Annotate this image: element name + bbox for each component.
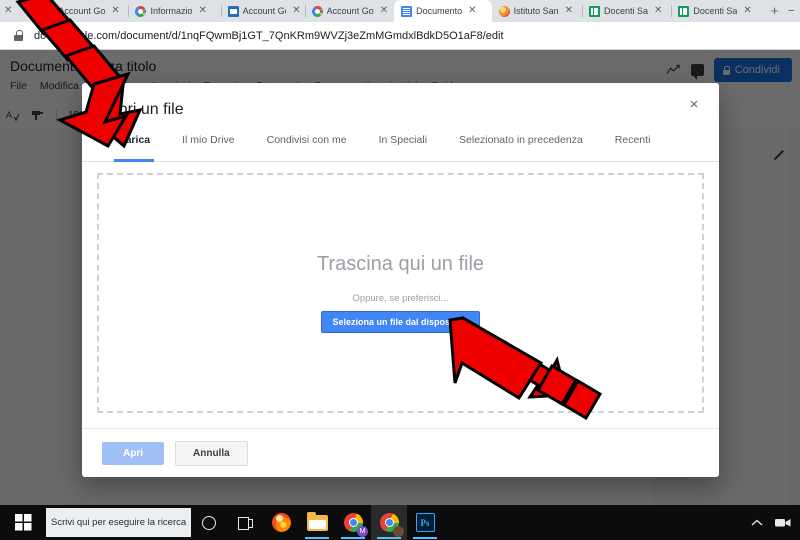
taskbar-item-file-explorer[interactable]	[299, 505, 335, 540]
tab-close-icon[interactable]: ✕	[466, 6, 476, 16]
google-icon	[135, 5, 147, 17]
taskbar-item-firefox[interactable]	[263, 505, 299, 540]
site-icon	[498, 5, 510, 17]
task-view-icon	[237, 516, 253, 530]
tab-in-speciali[interactable]: In Speciali	[363, 130, 443, 162]
folder-icon	[306, 511, 328, 531]
tab-close-icon[interactable]: ✕	[741, 6, 751, 16]
camera-icon[interactable]	[775, 517, 791, 528]
browser-tab-2[interactable]: Informazio ✕	[128, 0, 220, 22]
browser-tab-6[interactable]: Istituto San ✕	[492, 0, 582, 22]
tab-close-icon[interactable]: ✕	[378, 6, 388, 16]
lock-icon	[14, 30, 23, 41]
photoshop-icon: Ps	[415, 513, 435, 532]
tab-divider	[128, 5, 130, 17]
firefox-icon	[271, 513, 291, 532]
close-icon[interactable]: ×	[685, 97, 703, 115]
taskbar-item-photoshop[interactable]: Ps	[407, 505, 443, 540]
tab-il-mio-drive[interactable]: Il mio Drive	[166, 130, 251, 162]
tab-title: Informazio	[150, 6, 193, 16]
browser-tab-strip: ✕ Account Go ✕ Informazio ✕ Account Go ✕…	[0, 0, 800, 22]
tab-close-icon[interactable]: ✕	[196, 6, 206, 16]
open-button[interactable]: Apri	[102, 441, 164, 465]
tab-title: Account Go	[326, 6, 374, 16]
tab-divider	[581, 5, 583, 17]
dialog-footer: Apri Annulla	[82, 428, 719, 477]
tab-condivisi-con-me[interactable]: Condivisi con me	[251, 130, 363, 162]
tab-title: Docenti Sa	[693, 6, 738, 16]
tab-title: Istituto San	[513, 6, 559, 16]
profile-avatar-badge	[393, 526, 404, 537]
system-tray	[751, 517, 800, 528]
windows-logo-icon	[14, 514, 31, 531]
tab-title: Account Go	[242, 6, 287, 16]
google-icon	[311, 5, 323, 17]
tab-close-icon[interactable]: ✕	[2, 6, 12, 16]
taskbar-search-input[interactable]: Scrivi qui per eseguire la ricerca	[46, 508, 191, 537]
google-sheets-icon	[678, 5, 690, 17]
dropzone-subtext: Oppure, se preferisci...	[352, 293, 449, 304]
browser-tab-4[interactable]: Account Go ✕	[304, 0, 394, 22]
tab-close-icon[interactable]: ✕	[109, 6, 119, 16]
dialog-title: Apri un file	[108, 101, 184, 118]
screen: ✕ Account Go ✕ Informazio ✕ Account Go ✕…	[0, 0, 800, 540]
browser-tab-active-documento[interactable]: Documento ✕	[394, 0, 492, 22]
tab-divider	[220, 5, 222, 17]
cancel-button[interactable]: Annulla	[175, 440, 248, 466]
dropzone-headline: Trascina qui un file	[316, 253, 485, 275]
tab-selezionato-in-precedenza[interactable]: Selezionato in precedenza	[443, 130, 599, 162]
chevron-up-icon[interactable]	[751, 519, 763, 527]
taskbar-search-placeholder: Scrivi qui per eseguire la ricerca	[51, 517, 187, 528]
window-minimize-button[interactable]: –	[788, 0, 800, 22]
task-view-button[interactable]	[227, 505, 263, 540]
taskbar-item-chrome[interactable]: M	[335, 505, 371, 540]
open-file-dialog: Apri un file × Carica Il mio Drive Condi…	[82, 83, 719, 477]
tab-title: Documento	[416, 6, 463, 16]
tab-divider	[671, 5, 673, 17]
windows-taskbar: Scrivi qui per eseguire la ricerca M Ps	[0, 505, 800, 540]
tab-divider	[304, 5, 306, 17]
browser-tab-3[interactable]: Account Go ✕	[220, 0, 305, 22]
google-docs-icon	[401, 5, 413, 17]
dialog-tab-bar: Carica Il mio Drive Condivisi con me In …	[82, 130, 719, 162]
browser-address-bar[interactable]: docs.google.com/document/d/1nqFQwmBj1GT_…	[0, 22, 800, 50]
taskbar-item-chrome-profile[interactable]	[371, 505, 407, 540]
file-dropzone[interactable]: Trascina qui un file Oppure, se preferis…	[97, 173, 704, 413]
new-tab-button[interactable]: +	[761, 0, 789, 22]
select-file-from-device-button[interactable]: Seleziona un file dal dispositivo	[321, 311, 480, 333]
tab-recenti[interactable]: Recenti	[599, 130, 667, 162]
tab-carica[interactable]: Carica	[102, 130, 166, 162]
google-sheets-icon	[588, 5, 600, 17]
cortana-circle-icon	[202, 515, 216, 530]
tab-close-icon[interactable]: ✕	[563, 6, 573, 16]
profile-badge: M	[357, 526, 368, 537]
browser-tab-8[interactable]: Docenti Sa ✕	[671, 0, 760, 22]
cortana-button[interactable]	[191, 505, 227, 540]
browser-tab-0[interactable]: ✕	[0, 0, 36, 22]
info-page-icon	[227, 5, 239, 17]
address-bar-url: docs.google.com/document/d/1nqFQwmBj1GT_…	[34, 29, 504, 42]
browser-tab-7[interactable]: Docenti Sa ✕	[581, 0, 671, 22]
tab-title: Account Go	[58, 6, 106, 16]
tab-close-icon[interactable]: ✕	[652, 6, 662, 16]
browser-tab-1[interactable]: Account Go ✕	[36, 0, 128, 22]
tab-divider	[36, 5, 38, 17]
start-button[interactable]	[0, 505, 46, 540]
tab-title: Docenti Sa	[603, 6, 648, 16]
google-icon	[43, 5, 55, 17]
tab-close-icon[interactable]: ✕	[290, 6, 300, 16]
